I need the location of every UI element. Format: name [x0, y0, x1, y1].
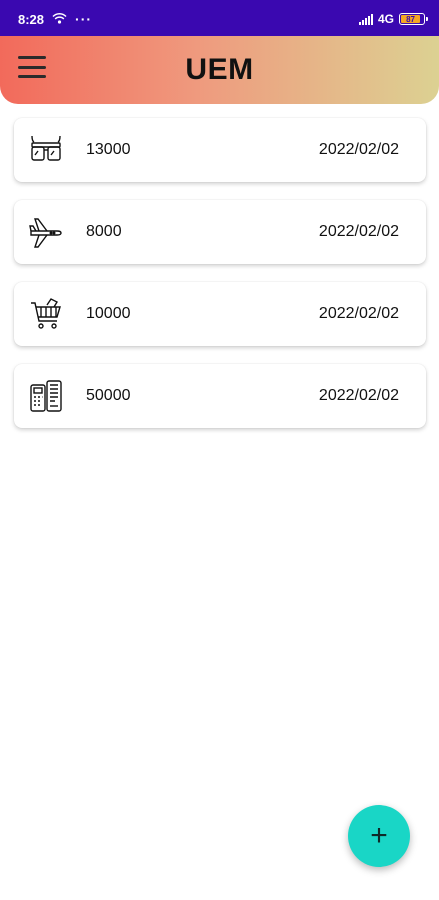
- status-time: 8:28: [18, 11, 45, 27]
- battery-level: 87: [401, 15, 421, 24]
- transaction-list: 13000 2022/02/02 8000 2022/02/02 10000 2…: [14, 118, 426, 446]
- status-bar: 8:28 ··· 4G 87: [0, 0, 439, 38]
- glasses-icon: [28, 132, 64, 168]
- shopping-cart-icon: [28, 296, 64, 332]
- transaction-date: 2022/02/02: [318, 141, 399, 158]
- airplane-icon: [28, 214, 64, 250]
- list-item[interactable]: 10000 2022/02/02: [14, 282, 426, 346]
- transaction-date: 2022/02/02: [318, 223, 399, 240]
- list-item[interactable]: 50000 2022/02/02: [14, 364, 426, 428]
- list-item[interactable]: 13000 2022/02/02: [14, 118, 426, 182]
- transaction-date: 2022/02/02: [318, 387, 399, 404]
- battery-icon: 87: [399, 13, 428, 25]
- page-title: UEM: [185, 53, 254, 86]
- transaction-amount: 10000: [86, 305, 131, 322]
- app-screen: 8:28 ··· 4G 87 UEM 13000 2022/02/02 8000…: [0, 0, 439, 900]
- status-right: 4G 87: [358, 12, 428, 26]
- status-left: 8:28 ···: [18, 11, 92, 27]
- app-header: UEM: [0, 36, 439, 104]
- transaction-amount: 8000: [86, 223, 122, 240]
- transaction-amount: 50000: [86, 387, 131, 404]
- list-item[interactable]: 8000 2022/02/02: [14, 200, 426, 264]
- network-type: 4G: [377, 12, 394, 26]
- wifi-icon: [52, 12, 67, 27]
- add-button[interactable]: +: [348, 805, 410, 867]
- transaction-date: 2022/02/02: [318, 305, 399, 322]
- more-dots-icon: ···: [75, 11, 93, 27]
- add-icon: +: [370, 819, 388, 852]
- transaction-amount: 13000: [86, 141, 131, 158]
- payment-terminal-icon: [28, 378, 64, 414]
- hamburger-menu-icon[interactable]: [18, 56, 46, 78]
- signal-icon: [358, 13, 373, 25]
